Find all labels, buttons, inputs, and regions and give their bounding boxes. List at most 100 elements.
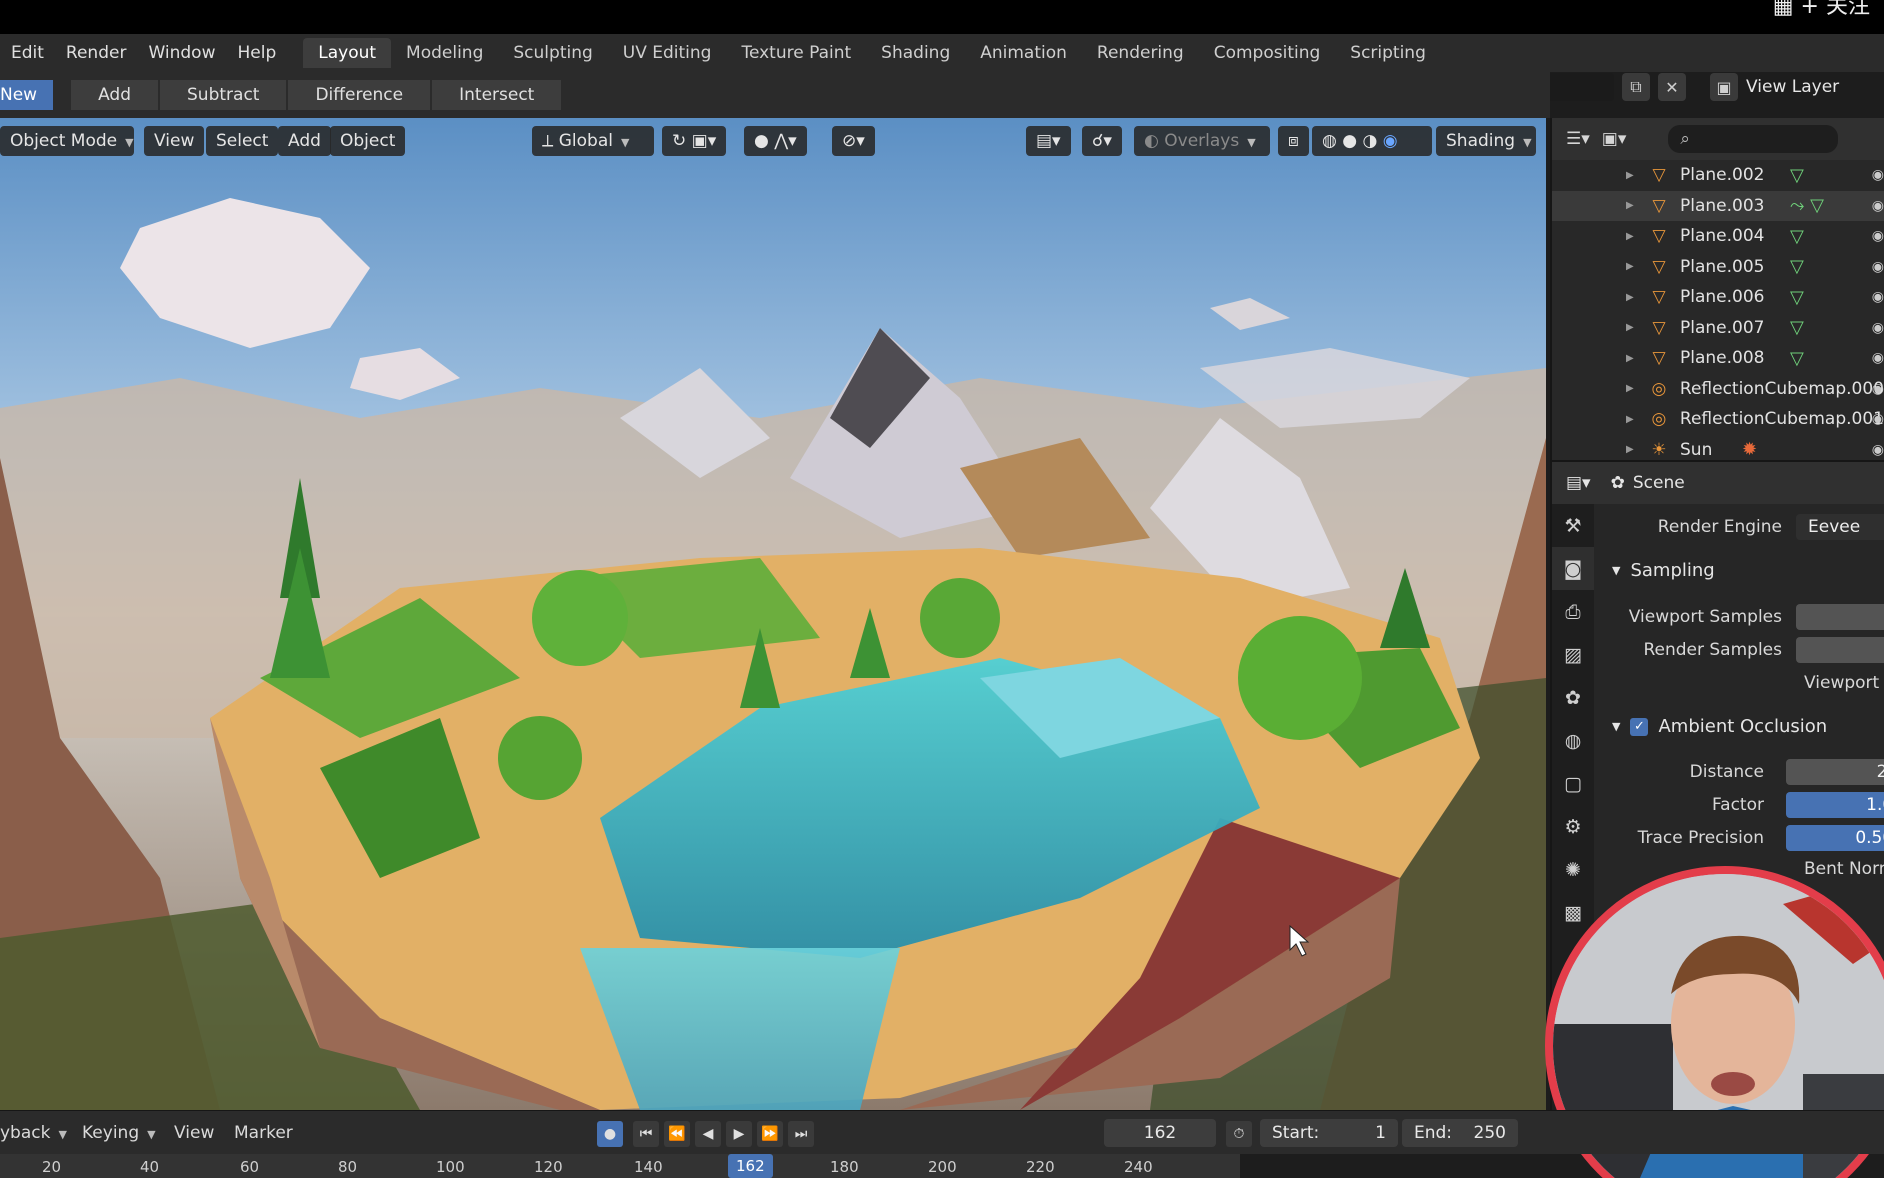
timeline-marker-menu[interactable]: Marker [234,1120,293,1146]
tab-compositing[interactable]: Compositing [1199,38,1336,68]
mesh-data-icon[interactable]: ▽ [1790,287,1804,308]
editor-type-icon[interactable]: ▤▾ [1026,126,1071,156]
visibility-eye-icon[interactable]: ◉ [1872,259,1884,275]
outliner-filter-icon[interactable]: ▣▾ [1602,129,1627,149]
boolean-add-button[interactable]: Add [71,80,159,110]
boolean-difference-button[interactable]: Difference [288,80,431,110]
object-tab-icon[interactable]: ▢ [1552,762,1594,805]
xray-icon[interactable]: ⧈ [1278,126,1309,156]
expand-arrow-icon[interactable]: ▶ [1626,414,1634,425]
boolean-intersect-button[interactable]: Intersect [432,80,562,110]
outliner-item[interactable]: ▶ ◎ ReflectionCubemap.000 ◉ [1552,374,1884,405]
boolean-subtract-button[interactable]: Subtract [160,80,287,110]
current-frame-field[interactable]: 162 [1104,1119,1216,1147]
timeline-ruler[interactable]: 20 40 60 80 100 120 140 180 200 220 240 162 [0,1154,1240,1178]
visibility-eye-icon[interactable]: ◉ [1872,381,1884,397]
new-scene-icon[interactable]: ⧉ [1622,73,1650,101]
outliner-item[interactable]: ▶ ▽ Plane.002 ▽ ◉ [1552,160,1884,191]
expand-arrow-icon[interactable]: ▶ [1626,444,1634,455]
render-samples-field[interactable] [1796,637,1884,663]
visibility-eye-icon[interactable]: ◉ [1872,320,1884,336]
shading-mode-buttons[interactable]: ◍ ● ◑ ◉ [1312,126,1432,156]
menu-render[interactable]: Render [55,43,138,63]
boolean-new-button[interactable]: New [0,80,54,110]
expand-arrow-icon[interactable]: ▶ [1626,231,1634,242]
mesh-data-icon[interactable]: ▽ [1790,256,1804,277]
view-layer-name[interactable]: View Layer [1746,77,1839,97]
expand-arrow-icon[interactable]: ▶ [1626,383,1634,394]
viewport-menu-add[interactable]: Add [278,126,331,156]
sampling-section-header[interactable]: ▼ Sampling [1612,560,1715,581]
view-layer-tab-icon[interactable]: ▨ [1552,633,1594,676]
visibility-eye-icon[interactable]: ◉ [1872,167,1884,183]
mesh-data-icon[interactable]: ⤳ ▽ [1790,195,1824,216]
ao-bent-normals-label[interactable]: Bent Norm [1804,859,1884,879]
expand-arrow-icon[interactable]: ▶ [1626,261,1634,272]
outliner-item[interactable]: ▶ ◎ ReflectionCubemap.001 ◉ [1552,404,1884,435]
visibility-eye-icon[interactable]: ◉ [1872,289,1884,305]
start-frame-field[interactable]: Start: 1 [1260,1119,1398,1147]
scene-tab-icon[interactable]: ✿ [1552,676,1594,719]
expand-arrow-icon[interactable]: ▶ [1626,353,1634,364]
mesh-data-icon[interactable]: ▽ [1790,348,1804,369]
stopwatch-icon[interactable]: ⏱ [1226,1121,1252,1147]
visibility-eye-icon[interactable]: ◉ [1872,198,1884,214]
properties-editor-type-icon[interactable]: ▤▾ [1566,473,1591,493]
proportional-editing-icon[interactable]: ⊘▾ [832,126,875,156]
visibility-eye-icon[interactable]: ◉ [1872,411,1884,427]
ao-trace-precision-slider[interactable]: 0.500 [1786,825,1884,851]
mesh-data-icon[interactable]: ▽ [1790,226,1804,247]
snap-icon[interactable]: ● ⋀▾ [744,126,807,156]
transform-orientation-dropdown[interactable]: ⟂ Global ▼ [532,126,654,156]
render-tab-icon[interactable]: ◙ [1552,547,1594,590]
menu-edit[interactable]: Edit [0,43,55,63]
outliner-display-mode-icon[interactable]: ☰▾ [1566,129,1590,149]
visibility-eye-icon[interactable]: ◉ [1872,228,1884,244]
end-frame-field[interactable]: End: 250 [1402,1119,1518,1147]
outliner-item[interactable]: ▶ ▽ Plane.005 ▽ ◉ [1552,252,1884,283]
ao-factor-slider[interactable]: 1.00 [1786,792,1884,818]
output-tab-icon[interactable]: ⎙ [1552,590,1594,633]
viewport-menu-view[interactable]: View [144,126,205,156]
record-keyframe-icon[interactable]: ● [597,1121,623,1147]
show-gizmo-icon[interactable]: ☌▾ [1082,126,1122,156]
viewport-menu-object[interactable]: Object [330,126,406,156]
pivot-point-icon[interactable]: ↻ ▣▾ [662,126,727,156]
object-mode-dropdown[interactable]: Object Mode ▼ [0,126,134,156]
tab-layout[interactable]: Layout [303,38,392,68]
tab-modeling[interactable]: Modeling [391,38,498,68]
expand-arrow-icon[interactable]: ▶ [1626,170,1634,181]
menu-help[interactable]: Help [226,43,287,63]
tab-animation[interactable]: Animation [965,38,1082,68]
tab-sculpting[interactable]: Sculpting [498,38,607,68]
3d-viewport[interactable] [0,118,1546,1110]
view-layer-browse-icon[interactable]: ▣ [1710,73,1738,101]
expand-arrow-icon[interactable]: ▶ [1626,200,1634,211]
tab-rendering[interactable]: Rendering [1082,38,1199,68]
tool-tab-icon[interactable]: ⚒ [1552,504,1594,547]
light-data-icon[interactable]: ✹ [1742,439,1757,460]
world-tab-icon[interactable]: ◍ [1552,719,1594,762]
ambient-occlusion-checkbox[interactable]: ✓ [1630,717,1649,736]
viewport-denoise-label[interactable]: Viewport De [1804,673,1884,693]
ambient-occlusion-section-header[interactable]: ▼ ✓ Ambient Occlusion [1612,716,1827,737]
outliner-item[interactable]: ▶ ▽ Plane.008 ▽ ◉ [1552,343,1884,374]
outliner-item[interactable]: ▶ ▽ Plane.003 ⤳ ▽ ◉ [1552,190,1884,221]
jump-to-end-icon[interactable]: ⏭ [788,1121,814,1147]
play-icon[interactable]: ▶ [726,1121,752,1147]
expand-arrow-icon[interactable]: ▶ [1626,292,1634,303]
outliner-item[interactable]: ▶ ▽ Plane.004 ▽ ◉ [1552,221,1884,252]
menu-window[interactable]: Window [137,43,226,63]
play-reverse-icon[interactable]: ◀ [695,1121,721,1147]
tab-texture-paint[interactable]: Texture Paint [726,38,866,68]
overlays-dropdown[interactable]: ◐ Overlays ▼ [1134,126,1270,156]
outliner-item[interactable]: ▶ ▽ Plane.006 ▽ ◉ [1552,282,1884,313]
expand-arrow-icon[interactable]: ▶ [1626,322,1634,333]
visibility-eye-icon[interactable]: ◉ [1872,442,1884,458]
timeline-view-menu[interactable]: View [174,1120,214,1146]
jump-keyframe-back-icon[interactable]: ⏪ [664,1121,690,1147]
current-frame-marker[interactable]: 162 [728,1154,773,1178]
render-engine-dropdown[interactable]: Eevee [1796,514,1884,540]
tab-shading[interactable]: Shading [866,38,965,68]
mesh-data-icon[interactable]: ▽ [1790,165,1804,186]
